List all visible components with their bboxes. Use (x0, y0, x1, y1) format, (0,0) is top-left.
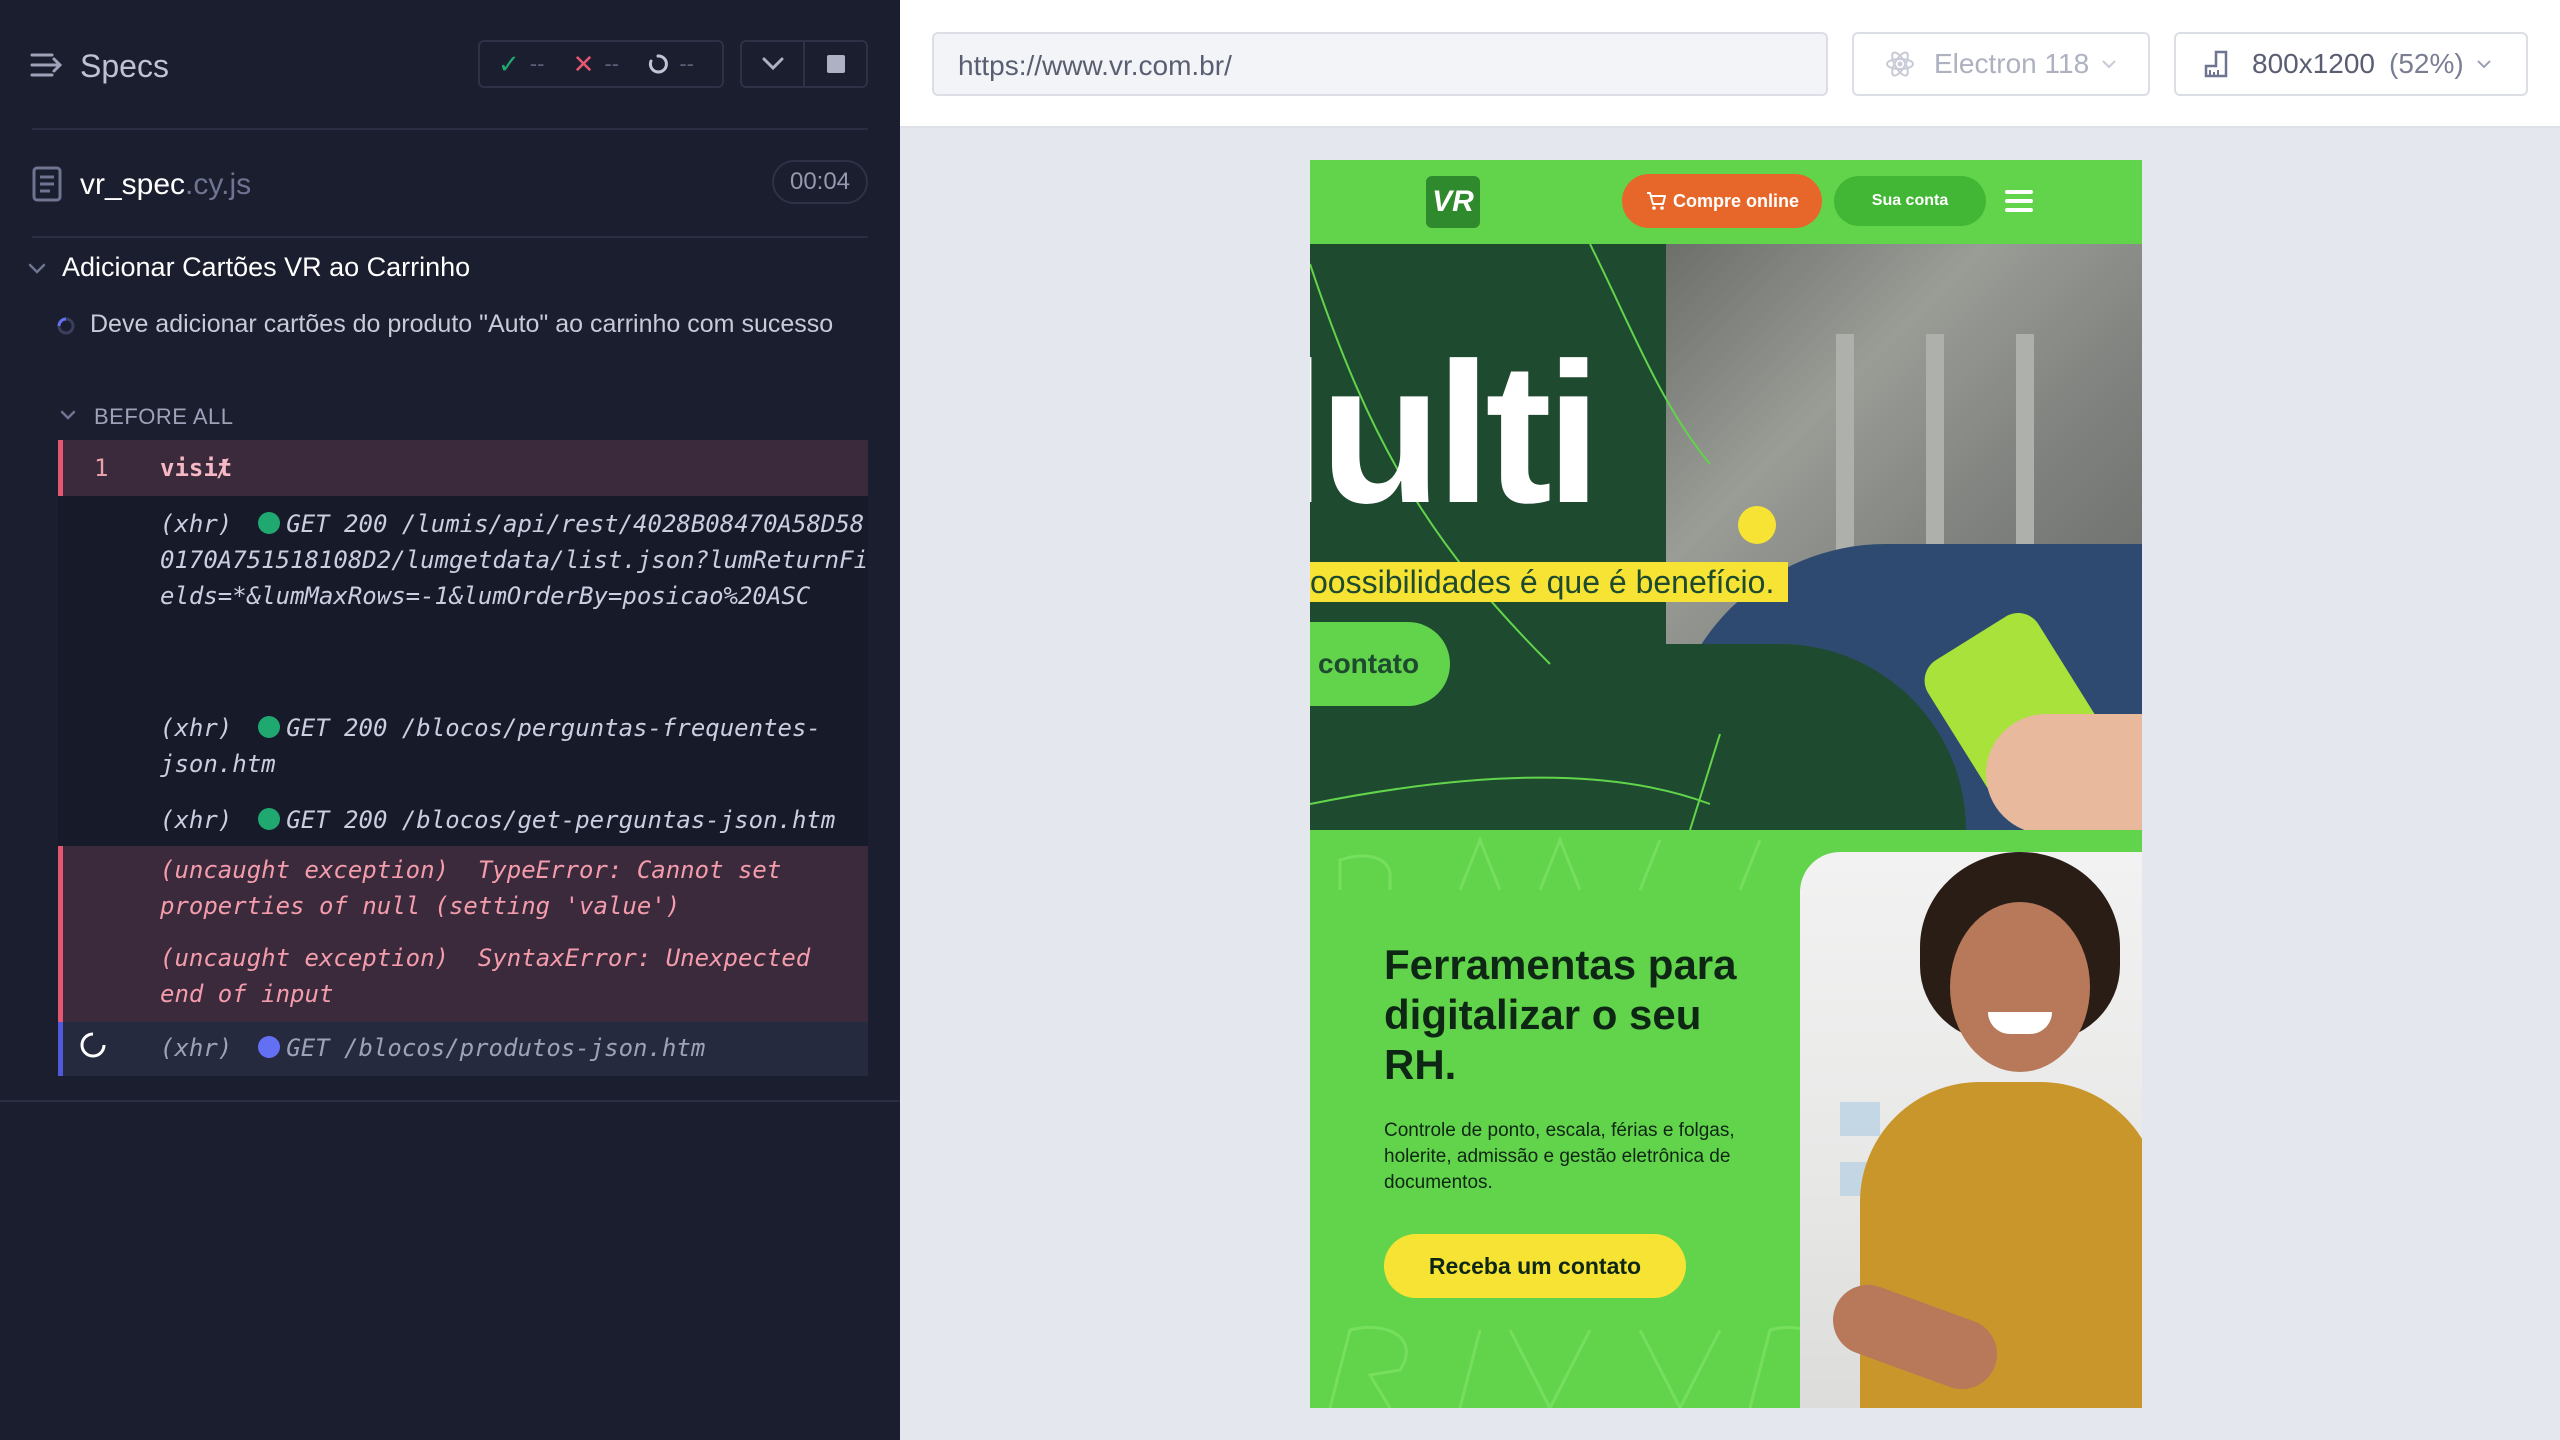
sua-conta-button[interactable]: Sua conta (1834, 176, 1986, 226)
command-visit[interactable]: 1 visit / (58, 440, 868, 496)
test-stats: ✓ -- ✕ -- -- (478, 40, 724, 88)
aut-iframe: VR Compre online Sua conta ulti oossibil… (1310, 160, 2142, 1408)
exception-message: (uncaught exception) SyntaxError: Unexpe… (160, 944, 825, 1008)
command-xhr-pending[interactable]: (xhr) GET /blocos/produtos-json.htm (58, 1022, 868, 1076)
chevron-down-icon (28, 263, 46, 274)
hero-headline: lulti (1310, 322, 1601, 545)
cross-icon: ✕ (572, 48, 595, 79)
browser-selector[interactable]: Electron 118 (1852, 32, 2150, 96)
exception-message: (uncaught exception) TypeError: Cannot s… (160, 856, 796, 920)
status-dot (258, 1036, 281, 1058)
cart-icon (1646, 192, 1666, 210)
app-preview: https://www.vr.com.br/ Electron 118 800x (900, 0, 2560, 1440)
spec-file-row[interactable]: vr_spec.cy.js 00:04 (0, 150, 900, 220)
rh-title: Ferramentas para digitalizar o seu RH. (1384, 941, 1737, 1088)
compre-online-button[interactable]: Compre online (1622, 174, 1822, 228)
check-icon: ✓ (498, 48, 520, 79)
command-message: / (216, 454, 231, 482)
loading-spinner-icon (80, 1032, 106, 1058)
preview-toolbar: https://www.vr.com.br/ Electron 118 800x (900, 0, 2560, 128)
failed-count: ✕ -- (572, 48, 620, 79)
command-message: (xhr) GET 200 /blocos/perguntas-frequente… (160, 714, 821, 778)
url-bar[interactable]: https://www.vr.com.br/ (932, 32, 1828, 96)
command-xhr[interactable]: (xhr) GET 200 /blocos/get-perguntas-json.… (58, 802, 868, 842)
command-message: (xhr) GET 200 /lumis/api/rest/4028B08470A… (160, 510, 869, 610)
photo-detail (1840, 1102, 1880, 1136)
status-dot (258, 512, 281, 534)
viewport-selector[interactable]: 800x1200 (52%) (2174, 32, 2528, 96)
reporter-header: Specs ✓ -- ✕ -- -- (0, 0, 900, 130)
hero-dot (1738, 506, 1776, 544)
running-spinner-icon (57, 317, 75, 335)
hero-tagline: oossibilidades é que é benefício. (1310, 562, 1789, 602)
command-number: 1 (94, 454, 109, 482)
reporter-panel: Specs ✓ -- ✕ -- -- vr_spec.cy.js 00:04 A… (0, 0, 900, 1440)
divider (0, 1100, 900, 1102)
hook-row[interactable]: BEFORE ALL (56, 400, 876, 436)
command-xhr[interactable]: (xhr) GET 200 /blocos/perguntas-frequente… (58, 710, 868, 786)
test-title: Deve adicionar cartões do produto "Auto"… (90, 310, 834, 338)
vr-logo[interactable]: VR (1426, 176, 1480, 228)
viewport-size: 800x1200 (2252, 48, 2376, 79)
stop-icon (826, 55, 845, 73)
viewport-scale: (52%) (2389, 48, 2464, 79)
site-header: VR Compre online Sua conta (1310, 160, 2142, 244)
menu-icon[interactable] (2004, 188, 2034, 214)
run-controls (740, 40, 868, 88)
woman-photo (1800, 852, 2142, 1408)
suite-row[interactable]: Adicionar Cartões VR ao Carrinho (0, 248, 900, 292)
rh-description: Controle de ponto, escala, férias e folg… (1384, 1120, 1735, 1193)
chevron-down-icon (762, 57, 783, 71)
chevron-down-icon (2102, 60, 2116, 69)
stop-button[interactable] (803, 42, 866, 86)
specs-title[interactable]: Specs (80, 48, 169, 85)
file-icon (32, 166, 62, 202)
chevron-down-icon (2477, 60, 2491, 69)
command-log: 1 visit / (xhr) GET 200 /lumis/api/rest/4… (58, 440, 868, 1076)
photo-detail (1950, 902, 2090, 1072)
suite-title: Adicionar Cartões VR ao Carrinho (62, 252, 471, 282)
browser-name: Electron 118 (1934, 48, 2090, 79)
hero-banner: lulti oossibilidades é que é benefício. … (1310, 244, 2142, 830)
status-dot (258, 716, 281, 738)
command-message: (xhr) GET 200 /blocos/get-perguntas-json.… (160, 806, 836, 834)
chevron-down-icon (60, 410, 76, 420)
rh-section: Ferramentas para digitalizar o seu RH. C… (1310, 830, 2142, 1408)
ruler-icon (2204, 50, 2228, 78)
hero-contato-button[interactable]: contato (1310, 622, 1450, 706)
status-dot (258, 808, 281, 830)
divider (32, 128, 868, 130)
spinner-icon (649, 54, 669, 74)
command-uncaught-exceptions[interactable]: (uncaught exception) TypeError: Cannot s… (58, 846, 868, 1022)
receba-contato-button[interactable]: Receba um contato (1384, 1234, 1686, 1298)
pending-count: -- (647, 51, 722, 77)
passed-count: ✓ -- (498, 48, 545, 79)
electron-icon (1886, 51, 1914, 77)
spec-file-name: vr_spec.cy.js (80, 168, 252, 201)
collapse-button[interactable] (742, 42, 803, 86)
run-duration: 00:04 (772, 160, 868, 204)
command-xhr[interactable]: (xhr) GET 200 /lumis/api/rest/4028B08470A… (58, 506, 868, 686)
command-message: (xhr) GET /blocos/produtos-json.htm (160, 1034, 706, 1062)
specs-list-icon[interactable] (30, 50, 64, 80)
divider (32, 236, 868, 238)
hook-title: BEFORE ALL (94, 404, 234, 429)
